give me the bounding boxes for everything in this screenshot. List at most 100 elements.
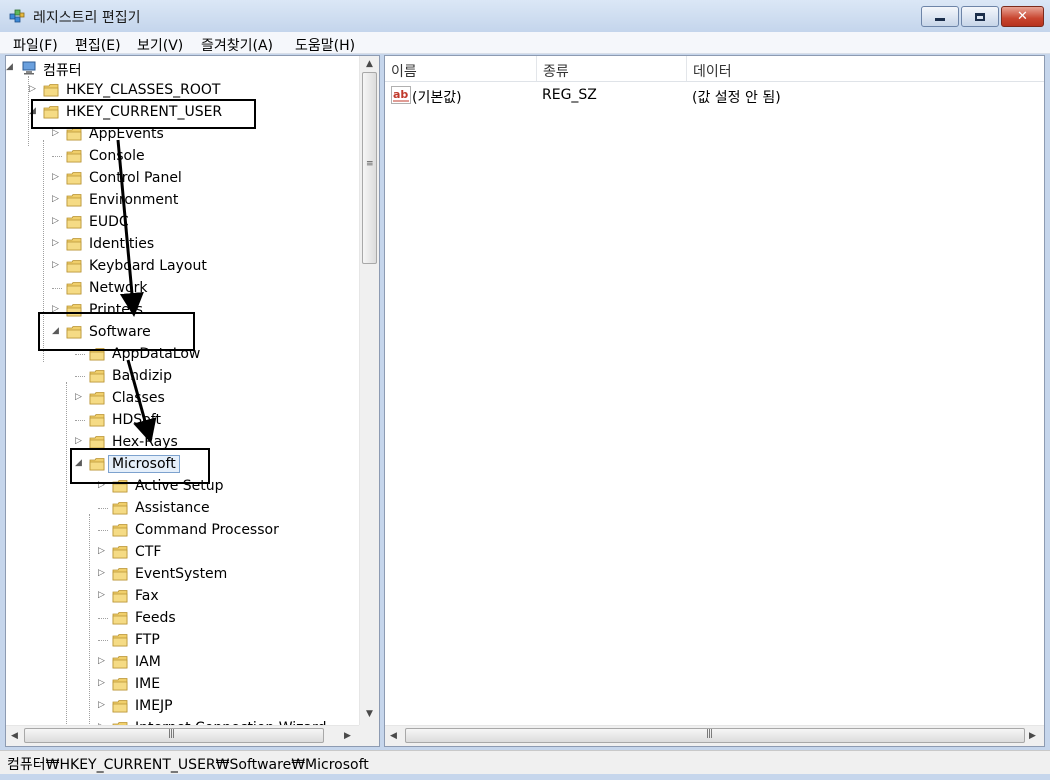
scroll-corner <box>359 725 379 746</box>
folder-icon <box>112 677 128 691</box>
tree-node-ctf[interactable]: ▷ CTF <box>6 542 359 564</box>
scroll-right-icon[interactable]: ▶ <box>344 731 351 741</box>
expand-icon[interactable]: ▷ <box>52 172 61 182</box>
tree-node-network[interactable]: Network <box>6 278 359 300</box>
folder-icon <box>89 435 105 449</box>
tree-node-label[interactable]: EventSystem <box>135 566 227 582</box>
header-divider <box>385 81 1044 82</box>
tree-node-keyboard-layout[interactable]: ▷ Keyboard Layout <box>6 256 359 278</box>
list-horizontal-scrollbar[interactable]: ◀ ||| ▶ <box>385 725 1044 746</box>
tree-connector <box>52 156 62 157</box>
menu-edit[interactable]: 편집(E) <box>75 35 121 55</box>
tree-node-label[interactable]: EUDC <box>89 214 129 230</box>
expand-icon[interactable]: ▷ <box>52 128 61 138</box>
minimize-button[interactable] <box>921 6 959 27</box>
grip-icon: ≡ <box>366 159 373 169</box>
expand-icon[interactable]: ▷ <box>98 568 107 578</box>
tree-hscroll-thumb[interactable]: ||| <box>24 728 324 743</box>
tree-node-label[interactable]: HKEY_CLASSES_ROOT <box>66 82 220 98</box>
expand-icon[interactable]: ▷ <box>98 656 107 666</box>
column-header-name[interactable]: 이름 <box>385 56 537 82</box>
tree-node-label[interactable]: Keyboard Layout <box>89 258 207 274</box>
tree-node-label[interactable]: Classes <box>112 390 165 406</box>
tree-node-label[interactable]: CTF <box>135 544 161 560</box>
scroll-left-icon[interactable]: ◀ <box>11 731 18 741</box>
column-header-type[interactable]: 종류 <box>537 56 687 82</box>
tree-node-label[interactable]: FTP <box>135 632 160 648</box>
menu-help[interactable]: 도움말(H) <box>295 35 355 55</box>
tree-node-label[interactable]: Command Processor <box>135 522 279 538</box>
tree-node-label[interactable]: IME <box>135 676 160 692</box>
tree-node-label[interactable]: Identities <box>89 236 154 252</box>
tree-node-label[interactable]: Network <box>89 280 147 296</box>
expand-icon[interactable]: ▷ <box>98 700 107 710</box>
tree-node-ftp[interactable]: FTP <box>6 630 359 652</box>
tree-node-environment[interactable]: ▷ Environment <box>6 190 359 212</box>
status-bar: 컴퓨터₩HKEY_CURRENT_USER₩Software₩Microsoft <box>0 750 1050 774</box>
column-header-data[interactable]: 데이터 <box>687 56 1044 82</box>
tree-node-eventsystem[interactable]: ▷ EventSystem <box>6 564 359 586</box>
tree-node-iam[interactable]: ▷ IAM <box>6 652 359 674</box>
tree-node-feeds[interactable]: Feeds <box>6 608 359 630</box>
menu-file[interactable]: 파일(F) <box>13 35 58 55</box>
tree-node-hdsoft[interactable]: HDSoft <box>6 410 359 432</box>
computer-icon <box>20 61 36 75</box>
menu-view[interactable]: 보기(V) <box>137 35 183 55</box>
tree-node-label[interactable]: HDSoft <box>112 412 161 428</box>
tree-node-imejp[interactable]: ▷ IMEJP <box>6 696 359 718</box>
tree-vscroll-thumb[interactable]: ≡ <box>362 72 377 264</box>
tree-node-label[interactable]: Bandizip <box>112 368 172 384</box>
tree-node-label[interactable]: Feeds <box>135 610 176 626</box>
menu-favorites[interactable]: 즐겨찾기(A) <box>201 35 273 55</box>
tree-connector <box>75 420 85 421</box>
expand-icon[interactable]: ▷ <box>29 84 38 94</box>
tree-node-label[interactable]: IAM <box>135 654 161 670</box>
scroll-left-icon[interactable]: ◀ <box>390 731 397 741</box>
expand-icon[interactable]: ▷ <box>52 238 61 248</box>
tree-node-command-processor[interactable]: Command Processor <box>6 520 359 542</box>
tree-node-label[interactable]: Console <box>89 148 145 164</box>
expand-icon[interactable]: ▷ <box>52 216 61 226</box>
tree-node-bandizip[interactable]: Bandizip <box>6 366 359 388</box>
tree-node-assistance[interactable]: Assistance <box>6 498 359 520</box>
scroll-right-icon[interactable]: ▶ <box>1029 731 1036 741</box>
tree-node-classes[interactable]: ▷ Classes <box>6 388 359 410</box>
value-name[interactable]: (기본값) <box>412 87 462 107</box>
folder-icon <box>66 171 82 185</box>
tree-node-label[interactable]: Assistance <box>135 500 210 516</box>
tree-node-fax[interactable]: ▷ Fax <box>6 586 359 608</box>
tree-node-label[interactable]: 컴퓨터 <box>43 60 82 80</box>
list-hscroll-thumb[interactable]: ||| <box>405 728 1025 743</box>
tree-node-computer[interactable]: ◢ 컴퓨터 <box>6 58 359 80</box>
tree-connector <box>75 354 85 355</box>
tree-node-label[interactable]: IMEJP <box>135 698 173 714</box>
folder-icon <box>112 611 128 625</box>
tree-node-identities[interactable]: ▷ Identities <box>6 234 359 256</box>
tree-node-ime[interactable]: ▷ IME <box>6 674 359 696</box>
key-tree-pane[interactable]: ◢ 컴퓨터 ▷ HKEY_CLASSES_ROOT ◢ HKEY_CURRENT_USER… <box>5 55 380 747</box>
tree-node-label[interactable]: Fax <box>135 588 159 604</box>
expand-icon[interactable]: ▷ <box>52 194 61 204</box>
tree-connector <box>98 618 108 619</box>
values-list-pane[interactable]: 이름 종류 데이터 ab (기본값) REG_SZ (값 설정 안 됨) ◀ |… <box>384 55 1045 747</box>
expand-icon[interactable]: ▷ <box>75 392 84 402</box>
expand-icon[interactable]: ▷ <box>75 436 84 446</box>
tree-node-control-panel[interactable]: ▷ Control Panel <box>6 168 359 190</box>
scroll-up-icon[interactable]: ▲ <box>366 59 373 69</box>
maximize-button[interactable] <box>961 6 999 27</box>
close-button[interactable]: ✕ <box>1001 6 1044 27</box>
expand-icon[interactable]: ▷ <box>98 590 107 600</box>
scroll-down-icon[interactable]: ▼ <box>366 709 373 719</box>
tree-node-label[interactable]: Control Panel <box>89 170 182 186</box>
tree-node-label[interactable]: Environment <box>89 192 178 208</box>
window-title: 레지스트리 편집기 <box>33 10 141 26</box>
expand-icon[interactable]: ▷ <box>52 260 61 270</box>
tree-horizontal-scrollbar[interactable]: ◀ ||| ▶ <box>6 725 359 746</box>
tree-node-eudc[interactable]: ▷ EUDC <box>6 212 359 234</box>
expand-icon[interactable]: ▷ <box>98 678 107 688</box>
expand-icon[interactable]: ▷ <box>98 546 107 556</box>
tree-node-console[interactable]: Console <box>6 146 359 168</box>
folder-icon <box>112 567 128 581</box>
tree-vertical-scrollbar[interactable]: ▲ ≡ ▼ <box>359 56 379 725</box>
collapse-icon[interactable]: ◢ <box>6 62 15 72</box>
